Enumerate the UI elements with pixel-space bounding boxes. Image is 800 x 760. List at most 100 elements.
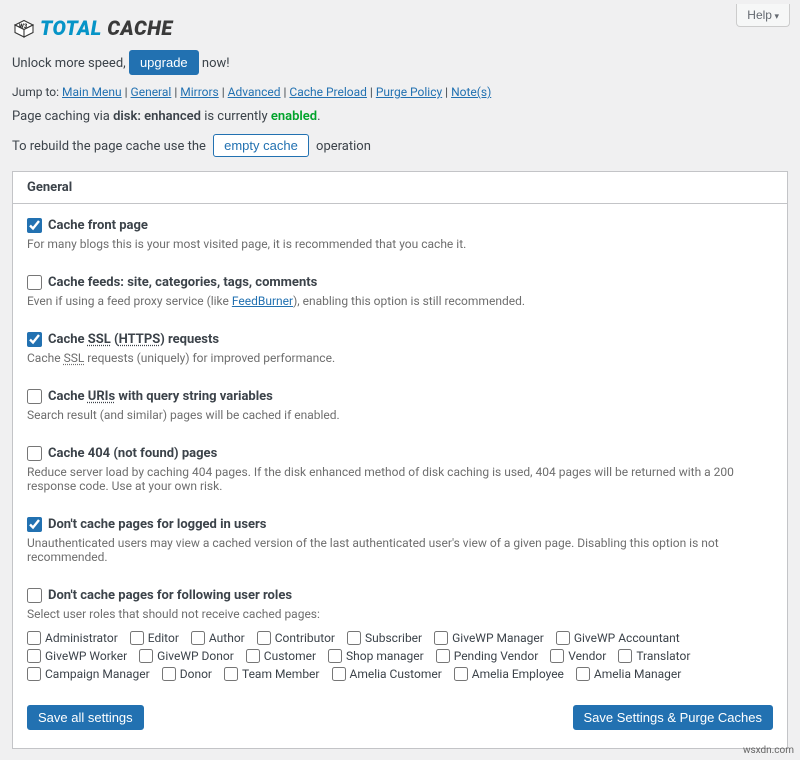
logo-text: TOTAL CACHE — [40, 16, 173, 40]
role-checkbox[interactable] — [162, 667, 176, 681]
option-404: Cache 404 (not found) pages Reduce server… — [27, 446, 773, 493]
jump-nav: Jump to: Main Menu | General | Mirrors |… — [12, 85, 788, 99]
option-roles-title: Don't cache pages for following user rol… — [48, 588, 292, 603]
role-checkbox[interactable] — [130, 631, 144, 645]
option-ssl-title: Cache SSL (HTTPS) requests — [48, 332, 219, 347]
option-logged: Don't cache pages for logged in users Una… — [27, 517, 773, 564]
option-feeds-title: Cache feeds: site, categories, tags, com… — [48, 275, 317, 290]
upgrade-button[interactable]: upgrade — [129, 50, 199, 75]
role-checkbox[interactable] — [347, 631, 361, 645]
role-checkbox[interactable] — [257, 631, 271, 645]
role-amelia-customer[interactable]: Amelia Customer — [332, 667, 442, 681]
option-logged-checkbox[interactable] — [27, 517, 42, 532]
role-checkbox[interactable] — [328, 649, 342, 663]
option-front-checkbox[interactable] — [27, 218, 42, 233]
role-checkbox[interactable] — [556, 631, 570, 645]
role-donor[interactable]: Donor — [162, 667, 212, 681]
option-ssl-label[interactable]: Cache SSL (HTTPS) requests — [27, 332, 773, 347]
role-amelia-manager[interactable]: Amelia Manager — [576, 667, 681, 681]
jump-link-advanced[interactable]: Advanced — [228, 85, 281, 99]
role-checkbox[interactable] — [550, 649, 564, 663]
save-all-button[interactable]: Save all settings — [27, 705, 144, 730]
footer-buttons: Save all settings Save Settings & Purge C… — [27, 705, 773, 730]
role-checkbox[interactable] — [27, 631, 41, 645]
option-404-title: Cache 404 (not found) pages — [48, 446, 217, 461]
page-wrap: W3 TOTAL CACHE Unlock more speed, upgrad… — [0, 0, 800, 759]
roles-list: Administrator Editor Author Contributor Subs… — [27, 631, 773, 681]
role-customer[interactable]: Customer — [246, 649, 316, 663]
rebuild-line: To rebuild the page cache use the empty … — [12, 134, 788, 157]
role-checkbox[interactable] — [454, 667, 468, 681]
empty-cache-button[interactable]: empty cache — [213, 134, 309, 157]
role-author[interactable]: Author — [191, 631, 245, 645]
option-query-desc: Search result (and similar) pages will b… — [27, 408, 773, 422]
option-404-desc: Reduce server load by caching 404 pages.… — [27, 465, 773, 493]
role-checkbox[interactable] — [332, 667, 346, 681]
role-checkbox[interactable] — [27, 667, 41, 681]
option-front-label[interactable]: Cache front page — [27, 218, 773, 233]
option-roles: Don't cache pages for following user rol… — [27, 588, 773, 681]
option-logged-title: Don't cache pages for logged in users — [48, 517, 266, 532]
role-givewp-donor[interactable]: GiveWP Donor — [139, 649, 234, 663]
role-campaign-manager[interactable]: Campaign Manager — [27, 667, 150, 681]
option-feeds-desc: Even if using a feed proxy service (like… — [27, 294, 773, 308]
option-query: Cache URIs with query string variables Se… — [27, 389, 773, 422]
role-translator[interactable]: Translator — [618, 649, 690, 663]
option-front: Cache front page For many blogs this is y… — [27, 218, 773, 251]
jump-link-mirrors[interactable]: Mirrors — [180, 85, 219, 99]
jump-link-note-s-[interactable]: Note(s) — [451, 85, 491, 99]
status-line: Page caching via disk: enhanced is curre… — [12, 109, 788, 124]
unlock-line: Unlock more speed, upgrade now! — [12, 50, 788, 75]
option-404-checkbox[interactable] — [27, 446, 42, 461]
option-feeds-label[interactable]: Cache feeds: site, categories, tags, com… — [27, 275, 773, 290]
option-query-checkbox[interactable] — [27, 389, 42, 404]
save-purge-button[interactable]: Save Settings & Purge Caches — [573, 705, 774, 730]
help-button[interactable]: Help — [736, 4, 790, 27]
role-givewp-worker[interactable]: GiveWP Worker — [27, 649, 127, 663]
jump-link-general[interactable]: General — [131, 85, 172, 99]
role-checkbox[interactable] — [436, 649, 450, 663]
role-givewp-manager[interactable]: GiveWP Manager — [434, 631, 544, 645]
role-shop-manager[interactable]: Shop manager — [328, 649, 424, 663]
jump-link-cache-preload[interactable]: Cache Preload — [289, 85, 367, 99]
option-roles-checkbox[interactable] — [27, 588, 42, 603]
role-checkbox[interactable] — [191, 631, 205, 645]
role-subscriber[interactable]: Subscriber — [347, 631, 422, 645]
role-administrator[interactable]: Administrator — [27, 631, 118, 645]
svg-text:W3: W3 — [19, 23, 28, 30]
role-checkbox[interactable] — [576, 667, 590, 681]
panel-title: General — [13, 172, 787, 204]
role-checkbox[interactable] — [224, 667, 238, 681]
logo-icon: W3 — [12, 16, 36, 40]
role-contributor[interactable]: Contributor — [257, 631, 335, 645]
option-roles-label[interactable]: Don't cache pages for following user rol… — [27, 588, 773, 603]
role-pending-vendor[interactable]: Pending Vendor — [436, 649, 539, 663]
role-givewp-accountant[interactable]: GiveWP Accountant — [556, 631, 680, 645]
role-checkbox[interactable] — [27, 649, 41, 663]
role-checkbox[interactable] — [434, 631, 448, 645]
option-ssl-desc: Cache SSL requests (uniquely) for improv… — [27, 351, 773, 365]
role-editor[interactable]: Editor — [130, 631, 179, 645]
link-feedburner[interactable]: FeedBurner — [232, 294, 293, 308]
option-feeds-checkbox[interactable] — [27, 275, 42, 290]
option-ssl-checkbox[interactable] — [27, 332, 42, 347]
jump-link-main-menu[interactable]: Main Menu — [62, 85, 122, 99]
option-front-title: Cache front page — [48, 218, 148, 233]
role-amelia-employee[interactable]: Amelia Employee — [454, 667, 564, 681]
logo: W3 TOTAL CACHE — [12, 16, 788, 40]
role-checkbox[interactable] — [618, 649, 632, 663]
jump-link-purge-policy[interactable]: Purge Policy — [376, 85, 442, 99]
role-checkbox[interactable] — [246, 649, 260, 663]
attribution: wsxdn.com — [743, 745, 794, 756]
option-logged-label[interactable]: Don't cache pages for logged in users — [27, 517, 773, 532]
option-front-desc: For many blogs this is your most visited… — [27, 237, 773, 251]
general-panel: General Cache front page For many blogs t… — [12, 171, 788, 749]
option-feeds: Cache feeds: site, categories, tags, com… — [27, 275, 773, 308]
role-team-member[interactable]: Team Member — [224, 667, 320, 681]
option-404-label[interactable]: Cache 404 (not found) pages — [27, 446, 773, 461]
role-checkbox[interactable] — [139, 649, 153, 663]
option-query-label[interactable]: Cache URIs with query string variables — [27, 389, 773, 404]
option-logged-desc: Unauthenticated users may view a cached … — [27, 536, 773, 564]
role-vendor[interactable]: Vendor — [550, 649, 606, 663]
option-roles-desc: Select user roles that should not receiv… — [27, 607, 773, 621]
